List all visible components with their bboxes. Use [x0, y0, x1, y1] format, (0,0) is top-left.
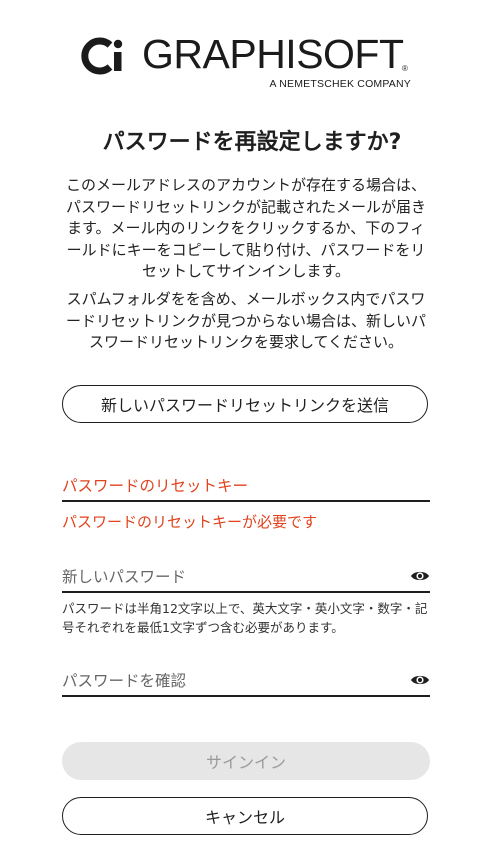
send-new-reset-link-button[interactable]: 新しいパスワードリセットリンクを送信	[62, 385, 428, 423]
page-title: パスワードを再設定しますか?	[102, 130, 402, 155]
brand-tagline: A NEMETSCHEK COMPANY	[269, 78, 411, 90]
reset-key-field[interactable]: パスワードのリセットキー	[62, 474, 430, 504]
sign-in-button[interactable]: サインイン	[62, 742, 430, 780]
info-paragraph-1: このメールアドレスのアカウントが存在する場合は、パスワードリセットリンクが記載さ…	[65, 176, 426, 280]
confirm-password-field[interactable]: パスワードを確認	[62, 669, 430, 699]
new-password-underline	[62, 591, 430, 593]
reset-key-error-message: パスワードのリセットキーが必要です	[62, 513, 318, 531]
info-paragraph-2: スパムフォルダをを含め、メールボックス内でパスワードリセットリンクが見つからない…	[65, 290, 426, 351]
confirm-password-placeholder: パスワードを確認	[62, 672, 187, 690]
new-password-placeholder: 新しいパスワード	[62, 568, 187, 586]
confirm-password-underline	[62, 695, 430, 697]
graphisoft-logo-mark-icon	[81, 37, 123, 75]
graphisoft-logo: GRAPHISOFT ® A NEMETSCHEK COMPANY	[80, 31, 420, 90]
cancel-button[interactable]: キャンセル	[62, 797, 428, 835]
brand-name: GRAPHISOFT	[142, 31, 404, 77]
eye-icon[interactable]	[410, 673, 430, 687]
password-requirements-hint: パスワードは半角12文字以上で、英大文字・英小文字・数字・記号それぞれを最低1文…	[62, 601, 428, 635]
eye-icon[interactable]	[410, 569, 430, 583]
reset-key-underline	[62, 500, 430, 502]
registered-mark: ®	[402, 64, 408, 73]
new-password-field[interactable]: 新しいパスワード	[62, 565, 430, 595]
reset-password-page: GRAPHISOFT ® A NEMETSCHEK COMPANY パスワードを…	[0, 0, 504, 853]
reset-key-label: パスワードのリセットキー	[62, 477, 249, 495]
